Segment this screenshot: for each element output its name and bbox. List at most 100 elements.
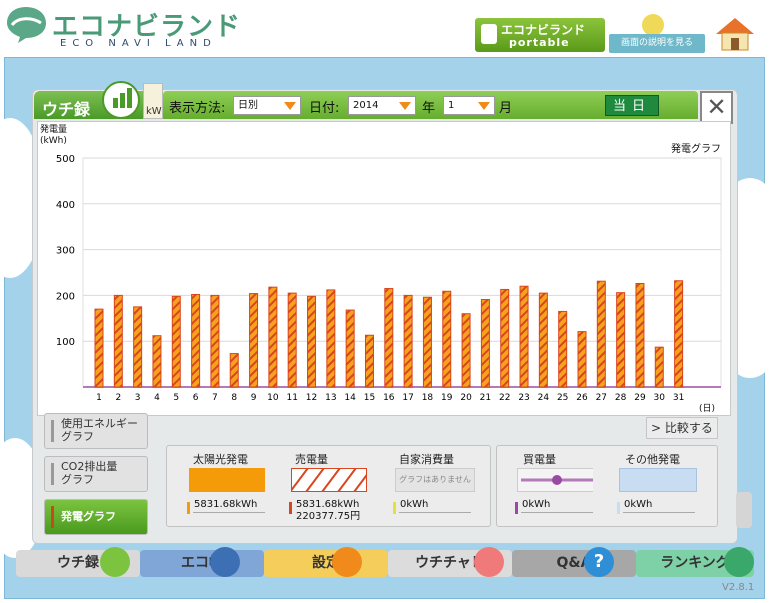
legend-other-title: その他発電 xyxy=(625,453,680,466)
bar-day-24[interactable] xyxy=(538,292,548,388)
divider xyxy=(521,512,593,513)
bar-day-30[interactable] xyxy=(654,346,664,388)
x-tick-label: 25 xyxy=(557,393,568,403)
nav-uchichalle[interactable]: ウチチャレ xyxy=(388,547,512,577)
bar-day-11[interactable] xyxy=(287,292,297,388)
bar-day-6[interactable] xyxy=(191,293,201,388)
bar-day-25[interactable] xyxy=(558,310,568,388)
legend-self-title: 自家消費量 xyxy=(399,453,454,466)
portable-label-sub: portable xyxy=(509,36,570,49)
x-tick-label: 26 xyxy=(576,393,588,403)
help-button[interactable]: 画面の説明を見る xyxy=(609,34,705,53)
bar-day-3[interactable] xyxy=(133,306,143,388)
x-tick-label: 29 xyxy=(634,393,646,403)
portable-button[interactable]: エコナビランド portable xyxy=(475,18,605,52)
bar-day-19[interactable] xyxy=(442,290,452,388)
nav-settings[interactable]: 設定 xyxy=(264,547,388,577)
x-tick-label: 14 xyxy=(344,393,356,403)
x-axis-unit: (日) xyxy=(699,404,716,414)
x-tick-label: 12 xyxy=(306,393,317,403)
date-label: 日付: xyxy=(309,101,340,116)
legend-self-marker xyxy=(393,502,396,514)
compare-button[interactable]: > 比較する xyxy=(646,417,718,439)
x-tick-label: 6 xyxy=(193,393,199,403)
x-tick-label: 18 xyxy=(422,393,434,403)
legend-sold-marker xyxy=(289,502,292,514)
x-tick-label: 30 xyxy=(654,393,666,403)
x-tick-label: 4 xyxy=(154,393,160,403)
wrench-icon xyxy=(332,547,362,577)
bar-day-13[interactable] xyxy=(326,289,336,388)
x-tick-label: 23 xyxy=(518,393,529,403)
bar-day-14[interactable] xyxy=(345,309,355,388)
today-button[interactable]: 当日 xyxy=(605,95,659,116)
bar-chart-icon xyxy=(100,547,130,577)
legend-bought-marker xyxy=(515,502,518,514)
bar-day-22[interactable] xyxy=(500,288,510,388)
month-select[interactable]: 1 xyxy=(443,96,495,115)
y-tick-label: 500 xyxy=(56,154,75,165)
bar-day-17[interactable] xyxy=(403,294,413,388)
bar-day-31[interactable] xyxy=(674,280,684,388)
bar-day-4[interactable] xyxy=(152,335,162,388)
bar-day-15[interactable] xyxy=(364,334,374,388)
x-tick-label: 22 xyxy=(499,393,510,403)
legend-self-swatch: グラフはありません xyxy=(395,468,475,492)
crown-icon xyxy=(724,547,754,577)
divider xyxy=(623,512,695,513)
bar-day-23[interactable] xyxy=(519,285,529,388)
portable-phone-icon xyxy=(481,24,497,44)
legend-solar-title: 太陽光発電 xyxy=(193,453,248,466)
month-value: 1 xyxy=(448,100,455,111)
legend-solar-marker xyxy=(187,502,190,514)
x-tick-label: 5 xyxy=(173,393,179,403)
generation-graph-button[interactable]: 発電グラフ xyxy=(44,499,148,535)
bar-day-8[interactable] xyxy=(229,353,239,388)
bar-day-27[interactable] xyxy=(596,280,606,388)
bar-day-20[interactable] xyxy=(461,313,471,388)
side-button-line: 発電グラフ xyxy=(61,510,116,523)
legend-sold-value: 5831.68kWh xyxy=(296,499,360,510)
legend-sold-title: 売電量 xyxy=(295,453,328,466)
x-tick-label: 9 xyxy=(251,393,257,403)
version-label: V2.8.1 xyxy=(722,582,755,593)
nav-ecocho[interactable]: エコ帳 xyxy=(140,547,264,577)
x-tick-label: 21 xyxy=(480,393,491,403)
bar-day-21[interactable] xyxy=(480,299,490,388)
home-icon[interactable] xyxy=(712,14,758,52)
bar-day-29[interactable] xyxy=(635,282,645,388)
year-unit: 年 xyxy=(422,101,436,116)
bar-day-7[interactable] xyxy=(210,294,220,388)
bar-day-18[interactable] xyxy=(422,296,432,388)
memo-icon[interactable]: kW xyxy=(143,83,163,119)
nav-uchiroku[interactable]: ウチ録 xyxy=(16,547,140,577)
tab-label: ウチ録 xyxy=(42,100,91,119)
year-select[interactable]: 2014 xyxy=(348,96,416,115)
bar-day-10[interactable] xyxy=(268,286,278,388)
x-tick-label: 13 xyxy=(325,393,336,403)
top-bar: エコナビランド ECO NAVI LAND エコナビランド portable 画… xyxy=(0,0,769,58)
bar-day-26[interactable] xyxy=(577,331,587,388)
energy-usage-graph-button[interactable]: 使用エネルギー グラフ xyxy=(44,413,148,449)
legend-bought-title: 買電量 xyxy=(523,453,556,466)
bar-day-2[interactable] xyxy=(113,294,123,388)
x-tick-label: 28 xyxy=(615,393,627,403)
nav-ranking[interactable]: ランキング xyxy=(636,547,754,577)
close-icon[interactable]: ✕ xyxy=(700,91,733,124)
x-tick-label: 27 xyxy=(596,393,607,403)
y-tick-label: 400 xyxy=(56,200,75,211)
bar-day-28[interactable] xyxy=(616,292,626,388)
side-button-line: 使用エネルギー xyxy=(61,417,138,430)
nav-qa[interactable]: Q&A ? xyxy=(512,547,636,577)
legend-solar-swatch xyxy=(189,468,265,492)
bar-day-16[interactable] xyxy=(384,288,394,388)
co2-graph-button[interactable]: CO2排出量 グラフ xyxy=(44,456,148,492)
x-tick-label: 20 xyxy=(460,393,472,403)
x-tick-label: 1 xyxy=(96,393,102,403)
bar-day-5[interactable] xyxy=(171,295,181,388)
bar-day-1[interactable] xyxy=(94,308,104,388)
display-method-select[interactable]: 日別 xyxy=(233,96,301,115)
bar-day-12[interactable] xyxy=(307,295,317,388)
legend-generation: 太陽光発電 5831.68kWh 売電量 5831.68kWh 220377.7… xyxy=(166,445,491,527)
bar-day-9[interactable] xyxy=(249,293,259,388)
